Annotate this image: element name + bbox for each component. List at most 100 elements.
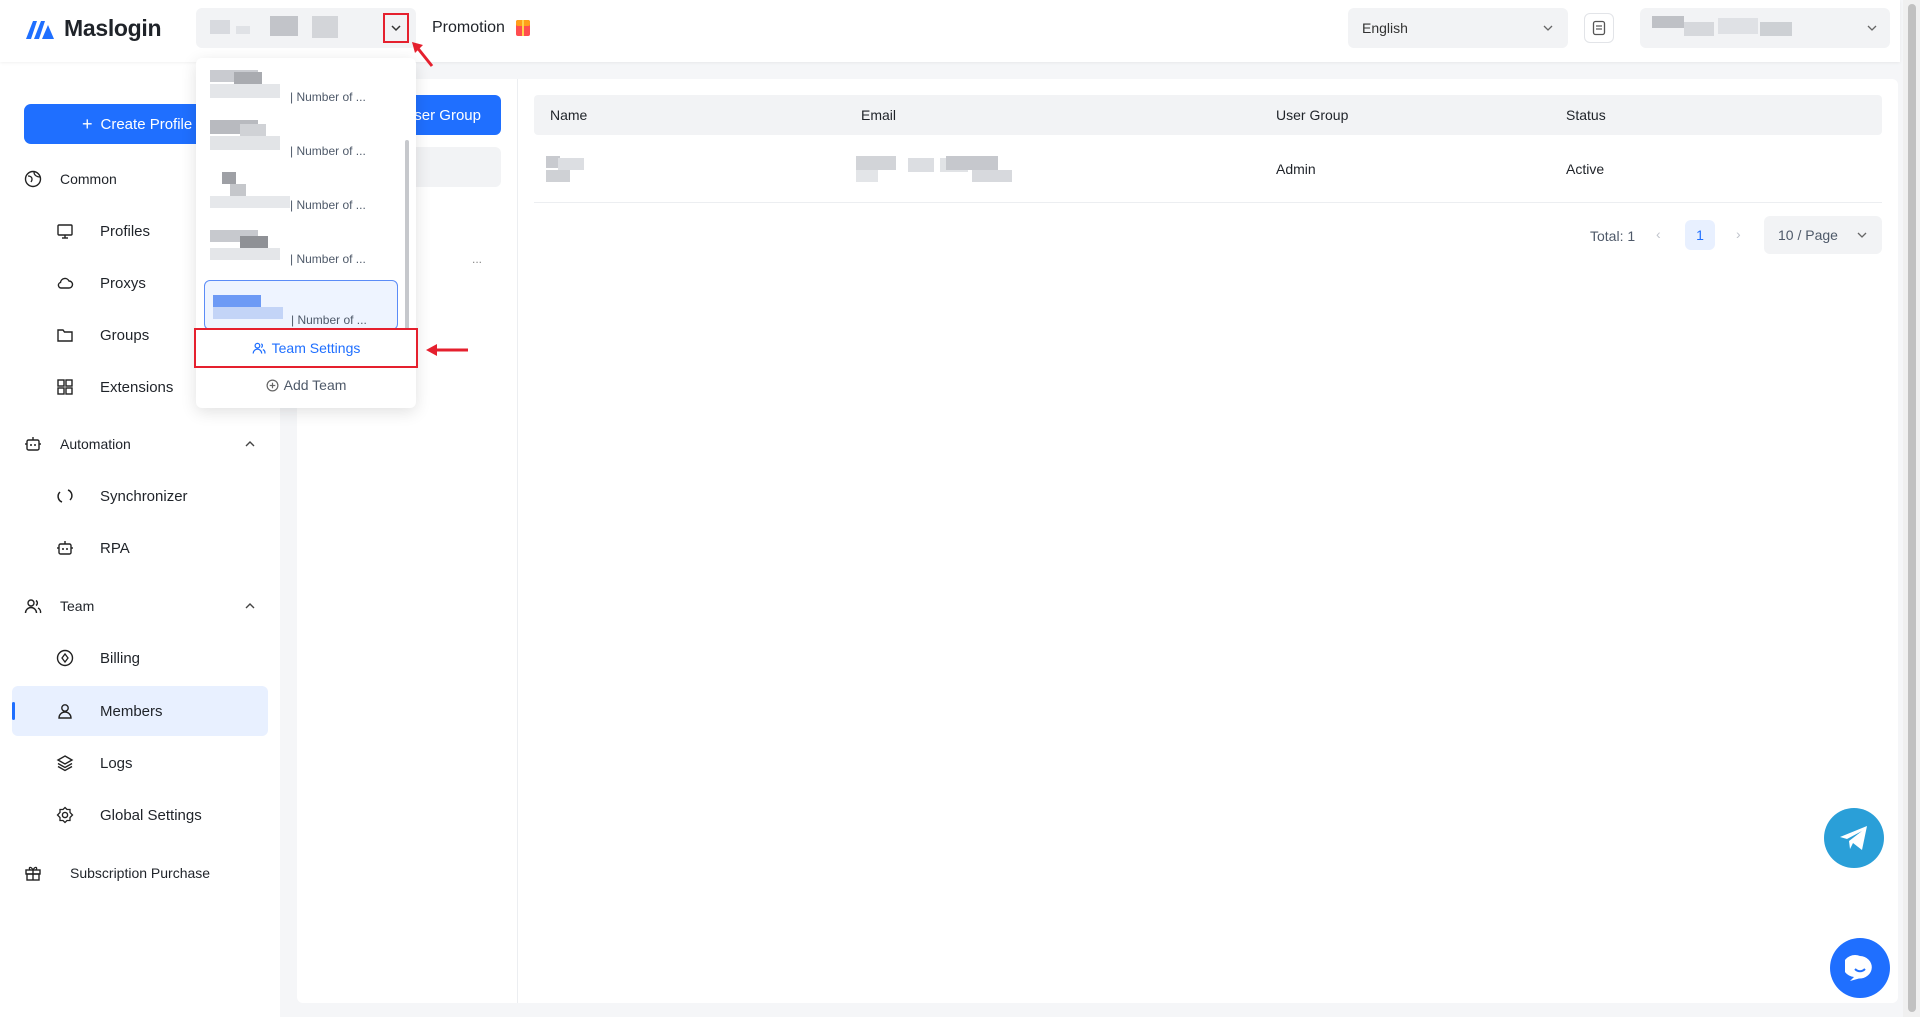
sidebar-item-label: Profiles xyxy=(100,222,151,240)
prev-page-icon[interactable]: ‹ xyxy=(1656,226,1661,242)
section-automation[interactable]: Automation xyxy=(24,435,255,453)
team-member-count: | Number of ... xyxy=(290,90,366,104)
page-scrollbar-thumb[interactable] xyxy=(1908,4,1916,1012)
billing-icon xyxy=(56,649,74,667)
column-header-status[interactable]: Status xyxy=(1566,107,1606,123)
sidebar-item-extensions[interactable]: Extensions xyxy=(56,378,173,396)
sidebar-item-label: Logs xyxy=(100,754,133,772)
annotation-arrow-icon xyxy=(426,344,468,356)
section-common-label: Common xyxy=(60,171,117,187)
chevron-up-icon xyxy=(245,603,255,609)
sidebar-item-label: Extensions xyxy=(100,378,174,396)
redacted-email xyxy=(946,156,998,170)
next-page-icon[interactable]: › xyxy=(1736,226,1741,242)
redacted-team xyxy=(230,184,246,196)
user-icon xyxy=(58,704,72,719)
sidebar-item-profiles[interactable]: Profiles xyxy=(56,222,150,240)
section-common[interactable]: Common xyxy=(24,170,117,188)
redacted-team xyxy=(210,196,290,208)
team-icon xyxy=(24,599,42,614)
redacted-team-name xyxy=(210,20,230,34)
sidebar-item-billing[interactable]: Billing xyxy=(56,649,140,667)
subscription-label: Subscription Purchase xyxy=(70,865,211,881)
team-option-selected[interactable]: | Number of ... xyxy=(204,280,398,330)
page-size-value: 10 / Page xyxy=(1778,227,1838,243)
section-team[interactable]: Team xyxy=(24,597,255,615)
layers-icon xyxy=(56,755,74,772)
sidebar-item-subscription[interactable]: Subscription Purchase xyxy=(24,864,210,882)
cell-user-group: Admin xyxy=(1276,161,1316,177)
team-option[interactable]: | Number of ... xyxy=(204,172,398,222)
sidebar-item-label: Groups xyxy=(100,326,150,344)
redacted-account xyxy=(1652,16,1684,28)
sidebar-item-label: Proxys xyxy=(100,274,146,292)
logo[interactable]: Maslogin xyxy=(24,15,162,42)
plus-circle-icon xyxy=(266,379,279,391)
team-settings-label: Team Settings xyxy=(271,340,361,356)
add-user-group-label: ser Group xyxy=(414,106,481,124)
sidebar-item-rpa[interactable]: RPA xyxy=(56,539,130,557)
cell-status: Active xyxy=(1566,161,1605,177)
redacted-team xyxy=(213,307,283,319)
sidebar-item-proxys[interactable]: Proxys xyxy=(56,274,146,292)
gift-icon xyxy=(515,20,530,36)
active-item-indicator xyxy=(12,702,15,720)
column-header-email[interactable]: Email xyxy=(861,107,896,123)
sidebar-item-logs[interactable]: Logs xyxy=(56,754,133,772)
dropdown-scrollbar[interactable] xyxy=(405,140,409,330)
account-select[interactable] xyxy=(1640,8,1890,48)
redacted-account xyxy=(1718,18,1758,34)
page-size-select[interactable]: 10 / Page xyxy=(1764,216,1882,254)
table-header xyxy=(534,95,1882,135)
sidebar-item-label: RPA xyxy=(100,539,130,557)
team-dropdown-toggle[interactable] xyxy=(383,13,409,43)
column-header-name[interactable]: Name xyxy=(550,107,587,123)
redacted-team-name xyxy=(236,26,250,34)
sidebar-item-groups[interactable]: Groups xyxy=(56,326,149,344)
language-select[interactable]: English xyxy=(1348,8,1568,48)
redacted-email xyxy=(856,170,878,182)
telegram-icon xyxy=(1840,826,1867,850)
pagination-total: Total: 1 xyxy=(1590,228,1636,244)
redacted-team xyxy=(240,124,266,136)
gear-icon xyxy=(56,806,74,824)
app-name: Maslogin xyxy=(64,15,162,41)
logo-icon xyxy=(26,20,54,39)
gift-box-icon xyxy=(25,866,41,881)
row-divider xyxy=(534,202,1882,203)
column-header-user-group[interactable]: User Group xyxy=(1276,107,1348,123)
sidebar-item-synchronizer[interactable]: Synchronizer xyxy=(56,487,188,505)
sidebar-item-global-settings[interactable]: Global Settings xyxy=(56,806,202,824)
page-scrollbar[interactable] xyxy=(1903,0,1920,1017)
current-page-button[interactable]: 1 xyxy=(1685,220,1715,250)
plus-icon: + xyxy=(82,114,93,134)
live-chat-button[interactable] xyxy=(1830,938,1890,998)
team-member-count: | Number of ... xyxy=(290,198,366,212)
team-option[interactable]: | Number of ... xyxy=(204,64,398,114)
promotion-link[interactable]: Promotion xyxy=(432,19,531,37)
redacted-team-name xyxy=(312,16,338,38)
team-option[interactable]: | Number of ... xyxy=(204,226,398,276)
team-settings-button[interactable]: Team Settings xyxy=(194,328,418,368)
add-team-button[interactable]: Add Team xyxy=(196,374,416,396)
grid-icon xyxy=(57,379,73,395)
telegram-button[interactable] xyxy=(1824,808,1884,868)
folder-icon xyxy=(57,329,73,342)
redacted-team xyxy=(210,136,280,150)
team-member-count: | Number of ... xyxy=(290,252,366,266)
redacted-name xyxy=(546,170,570,182)
redacted-team xyxy=(210,84,280,98)
sidebar-item-label: Members xyxy=(100,702,163,720)
redacted-name xyxy=(558,158,584,170)
sidebar-item-members[interactable]: Members xyxy=(56,702,163,720)
redacted-team xyxy=(222,172,236,184)
more-icon[interactable]: ... xyxy=(472,252,482,266)
document-button[interactable] xyxy=(1584,13,1614,43)
team-option[interactable]: | Number of ... xyxy=(204,118,398,168)
redacted-account xyxy=(1684,22,1714,36)
sidebar-item-label: Synchronizer xyxy=(100,487,188,505)
language-value: English xyxy=(1362,20,1408,36)
section-team-label: Team xyxy=(60,598,95,614)
globe-icon xyxy=(24,170,42,188)
members-table-panel xyxy=(518,79,1898,1003)
